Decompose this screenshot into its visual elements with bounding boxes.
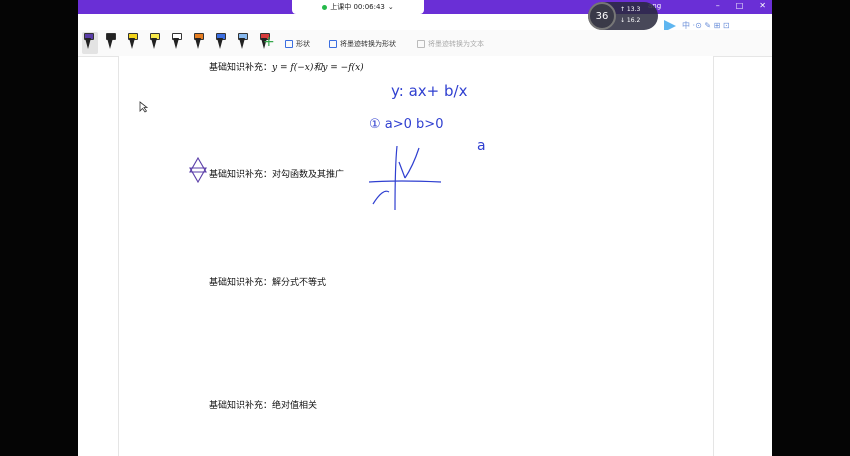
maximize-button[interactable]: □ xyxy=(736,1,744,10)
section-prefix: 基础知识补充： xyxy=(209,63,273,73)
live-dot-icon xyxy=(322,4,328,10)
right-black-border xyxy=(772,0,850,456)
pen-body xyxy=(217,38,223,49)
pen-cursor-icon xyxy=(189,156,207,184)
live-status-text: 上课中 00:06:43 xyxy=(330,3,385,11)
mouse-cursor-icon xyxy=(139,101,149,113)
live-status-pill[interactable]: 上课中 00:06:43 ⌄ xyxy=(292,0,424,14)
ink-to-text-button[interactable]: 将墨迹转换为文本 xyxy=(417,39,484,49)
title-bar xyxy=(78,0,772,14)
window-controls: – □ ✕ xyxy=(716,1,766,10)
section-heading-2: 基础知识补充：对勾函数及其推广 xyxy=(209,167,344,180)
close-button[interactable]: ✕ xyxy=(759,1,766,10)
section-heading-1: 基础知识补充：y = f(−x)和y = −f(x) xyxy=(209,60,364,73)
purple-pen-icon[interactable] xyxy=(82,32,98,54)
ink-to-shape-label: 将墨迹转换为形状 xyxy=(340,40,396,48)
handwritten-note: a xyxy=(477,138,486,154)
section-text: 对勾函数及其推广 xyxy=(272,170,345,180)
ink-to-text-icon xyxy=(417,40,425,48)
section-text: 解分式不等式 xyxy=(272,278,327,288)
upload-rate: ↑ 13.3 xyxy=(620,6,641,13)
ink-toolbar: + 形状 将墨迹转换为形状 将墨迹转换为文本 xyxy=(78,30,772,57)
pen-body xyxy=(195,38,201,49)
pen-body xyxy=(151,38,157,49)
note-page[interactable]: 基础知识补充：y = f(−x)和y = −f(x) 基础知识补充：对勾函数及其… xyxy=(118,56,714,456)
download-rate: ↓ 16.2 xyxy=(620,17,641,24)
light-blue-pen-icon[interactable] xyxy=(236,32,248,52)
white-pen-icon[interactable] xyxy=(170,32,182,52)
ink-to-shape-button[interactable]: 将墨迹转换为形状 xyxy=(329,39,396,49)
shape-icon xyxy=(285,40,293,48)
black-pen-icon[interactable] xyxy=(104,32,116,52)
network-badge: 36 xyxy=(588,2,616,30)
section-heading-4: 基础知识补充：绝对值相关 xyxy=(209,398,317,411)
pen-body xyxy=(85,38,91,49)
section-heading-3: 基础知识补充：解分式不等式 xyxy=(209,275,326,288)
chevron-down-icon: ⌄ xyxy=(387,3,394,11)
section-math: y = f(−x)和y = −f(x) xyxy=(272,63,364,73)
section-prefix: 基础知识补充： xyxy=(209,170,273,180)
handwriting-graph: y: ax+ b/x ① a>0 b>0 a xyxy=(368,82,486,211)
blue-pen-icon[interactable] xyxy=(214,32,226,52)
pen-body xyxy=(107,38,113,49)
yellow-pen-icon[interactable] xyxy=(126,32,138,52)
network-widget[interactable]: 36 ↑ 13.3 ↓ 16.2 xyxy=(588,2,658,30)
ink-to-shape-icon xyxy=(329,40,337,48)
pen-body xyxy=(129,38,135,49)
ink-to-text-label: 将墨迹转换为文本 xyxy=(428,40,484,48)
handwritten-formula: y: ax+ b/x xyxy=(391,82,468,100)
orange-pen-icon[interactable] xyxy=(192,32,204,52)
pen-body xyxy=(239,38,245,49)
add-pen-button[interactable]: + xyxy=(263,35,275,49)
handwritten-condition: ① a>0 b>0 xyxy=(369,117,443,132)
yellow-highlighter-icon[interactable] xyxy=(148,32,160,52)
shape-button[interactable]: 形状 xyxy=(285,39,310,49)
section-text: 绝对值相关 xyxy=(272,401,318,411)
pen-body xyxy=(173,38,179,49)
left-black-border xyxy=(0,0,78,456)
section-prefix: 基础知识补充： xyxy=(209,278,273,288)
app-window: 上课中 00:06:43 ⌄ ang – □ ✕ 36 ↑ 13.3 ↓ 16.… xyxy=(78,0,772,456)
minimize-button[interactable]: – xyxy=(716,1,720,10)
section-prefix: 基础知识补充： xyxy=(209,401,273,411)
shape-label: 形状 xyxy=(296,40,310,48)
